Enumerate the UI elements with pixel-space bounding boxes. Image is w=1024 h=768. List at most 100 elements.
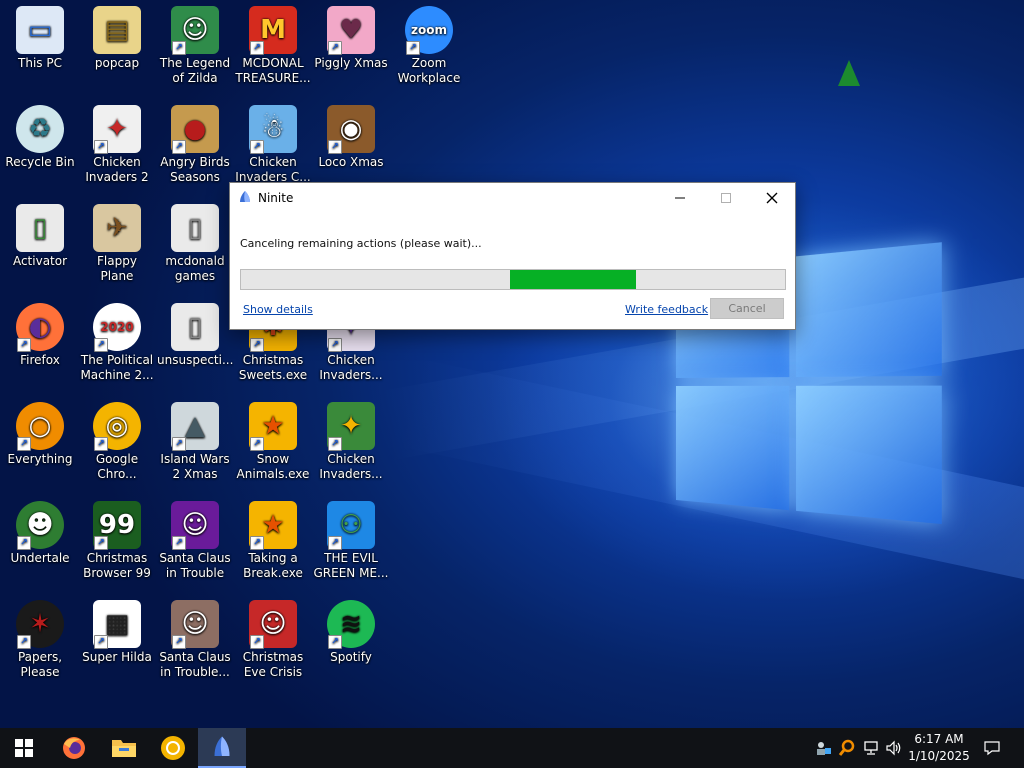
desktop-icon[interactable]: ○ ↗ Everything	[1, 402, 79, 467]
shortcut-arrow-icon: ↗	[328, 338, 342, 352]
desktop-icon[interactable]: ▤ popcap	[78, 6, 156, 71]
file-explorer-icon	[112, 740, 136, 757]
shortcut-arrow-icon: ↗	[250, 41, 264, 55]
desktop-icon-label: This PC	[18, 56, 62, 70]
desktop-icon[interactable]: ≋ ↗ Spotify	[312, 600, 390, 665]
desktop-icon[interactable]: ✦↗Chicken Invaders...	[312, 402, 390, 482]
computer-icon: ▭	[16, 6, 64, 54]
dialog-title: Ninite	[258, 191, 294, 205]
progress-bar	[240, 269, 786, 290]
people-network-icon	[817, 742, 831, 755]
minimize-button[interactable]	[657, 183, 703, 213]
firefox-icon	[63, 737, 85, 759]
desktop-icon[interactable]: ★ ↗ Taking a Break.exe	[234, 501, 312, 581]
maximize-button[interactable]	[703, 183, 749, 213]
desktop-icon[interactable]: ● ↗ Angry Birds Seasons	[156, 105, 234, 185]
desktop-icon-label: popcap	[94, 56, 140, 70]
desktop-icon[interactable]: ✦ ↗ Chicken Invaders 2	[78, 105, 156, 185]
close-button[interactable]	[749, 183, 795, 213]
cancel-button[interactable]: Cancel	[710, 298, 784, 319]
desktop-icon[interactable]: ★ ↗ Snow Animals.exe	[234, 402, 312, 482]
desktop-icon[interactable]: ☻ ↗ Undertale	[1, 501, 79, 566]
file-icon: ▯	[16, 204, 64, 252]
taskbar-chrome[interactable]	[149, 728, 197, 768]
taskbar-clock[interactable]: 6:17 AM 1/10/2025	[904, 731, 974, 765]
shortcut-arrow-icon: ↗	[328, 140, 342, 154]
desktop-icon[interactable]: ◐ ↗ Firefox	[1, 303, 79, 368]
clock-time: 6:17 AM	[914, 732, 964, 746]
taskbar-file-explorer[interactable]	[100, 728, 148, 768]
desktop-icon[interactable]: ✶ ↗ Papers, Please	[1, 600, 79, 680]
chrome-icon	[161, 736, 185, 760]
desktop-icon-label: Spotify	[330, 650, 372, 664]
desktop-icon[interactable]: ☺ ↗ Santa Claus in Trouble	[156, 501, 234, 581]
desktop-icon-label: Christmas Browser 99	[83, 551, 151, 580]
tray-everything[interactable]	[836, 728, 858, 768]
start-button[interactable]	[0, 728, 48, 768]
snowman-icon: ☃ ↗	[249, 105, 297, 154]
shortcut-arrow-icon: ↗	[17, 635, 31, 649]
star-icon: ★ ↗	[249, 402, 297, 451]
tray-network-user[interactable]	[812, 728, 834, 768]
tray-network[interactable]	[860, 728, 882, 768]
plane-icon: ✈	[93, 204, 141, 252]
chicken-icon: ✦↗	[327, 402, 375, 451]
desktop-icon-label: mcdonald games	[165, 254, 225, 283]
desktop-icon[interactable]: ☺ ↗ Christmas Eve Crisis	[234, 600, 312, 680]
desktop-icon[interactable]: ▯ mcdonald games	[156, 204, 234, 284]
desktop-icon[interactable]: ▯ Activator	[1, 204, 79, 269]
desktop-icon[interactable]: 2020 ↗ The Political Machine 2...	[78, 303, 156, 383]
angry-bird-icon: ● ↗	[171, 105, 219, 154]
desktop-icon-label: Piggly Xmas	[314, 56, 388, 70]
desktop-icon[interactable]: ▭ This PC	[1, 6, 79, 71]
desktop-icon[interactable]: 99 ↗ Christmas Browser 99	[78, 501, 156, 581]
desktop-icon[interactable]: ♻ Recycle Bin	[1, 105, 79, 170]
desktop-icon[interactable]: ◎ ↗ Google Chro...	[78, 402, 156, 482]
tray-volume[interactable]	[883, 728, 905, 768]
volume-icon	[886, 740, 901, 756]
desktop-icon-label: MCDONAL TREASURE...	[235, 56, 311, 85]
action-center-button[interactable]	[980, 728, 1004, 768]
desktop-icon-label: Santa Claus in Trouble... A...	[159, 650, 231, 679]
shortcut-arrow-icon: ↗	[328, 635, 342, 649]
santa-icon: ☺ ↗	[249, 600, 297, 649]
desktop-icon[interactable]: ♥ ↗ Piggly Xmas	[312, 6, 390, 71]
maximize-icon	[721, 193, 731, 203]
desktop-icon-label: Santa Claus in Trouble	[159, 551, 231, 580]
desktop-icon[interactable]: ☃ ↗ Chicken Invaders C...	[234, 105, 312, 185]
desktop-icon-label: Flappy Plane	[97, 254, 137, 283]
santa-icon: ☺ ↗	[171, 600, 219, 649]
desktop-icon[interactable]: ☺ ↗ The Legend of Zilda	[156, 6, 234, 86]
shortcut-arrow-icon: ↗	[17, 536, 31, 550]
show-details-link[interactable]: Show details	[243, 303, 313, 316]
shortcut-arrow-icon: ↗	[94, 536, 108, 550]
taskbar-firefox[interactable]	[50, 728, 98, 768]
desktop-icon-label: The Legend of Zilda	[159, 56, 231, 85]
pixel-dog-icon: ▦ ↗	[93, 600, 141, 649]
island-icon: ▲ ↗	[171, 402, 219, 451]
status-text: Canceling remaining actions (please wait…	[240, 237, 482, 250]
desktop-icon[interactable]: ⚇ ↗ THE EVIL GREEN ME...	[312, 501, 390, 581]
desktop: ▭ This PC ▤ popcap ☺ ↗ The Legend of Zilda M ↗ MC…	[0, 0, 1024, 728]
desktop-icon[interactable]: ◉ ↗ Loco Xmas	[312, 105, 390, 170]
windows-start-icon	[15, 739, 33, 757]
shortcut-arrow-icon: ↗	[328, 437, 342, 451]
desktop-icon-label: Super Hilda	[82, 650, 152, 664]
taskbar-ninite[interactable]	[198, 728, 246, 768]
network-icon	[864, 741, 878, 755]
write-feedback-link[interactable]: Write feedback	[625, 303, 708, 316]
desktop-icon[interactable]: zoom ↗ Zoom Workplace	[390, 6, 468, 86]
dialog-titlebar[interactable]: Ninite	[230, 183, 795, 213]
desktop-icon[interactable]: ✈ Flappy Plane	[78, 204, 156, 284]
desktop-icon[interactable]: ▦ ↗ Super Hilda	[78, 600, 156, 665]
desktop-icon-label: Angry Birds Seasons	[160, 155, 230, 184]
file-icon: ▯	[171, 204, 219, 252]
desktop-icon[interactable]: ▲ ↗ Island Wars 2 Xmas	[156, 402, 234, 482]
desktop-icon[interactable]: ▯ unsuspecti...	[156, 303, 234, 368]
spotify-icon: ≋ ↗	[327, 600, 375, 649]
search-icon	[838, 739, 855, 756]
shortcut-arrow-icon: ↗	[172, 41, 186, 55]
desktop-icon[interactable]: M ↗ MCDONAL TREASURE...	[234, 6, 312, 86]
shortcut-arrow-icon: ↗	[172, 437, 186, 451]
desktop-icon[interactable]: ☺↗Santa Claus in Trouble... A...	[156, 600, 234, 680]
